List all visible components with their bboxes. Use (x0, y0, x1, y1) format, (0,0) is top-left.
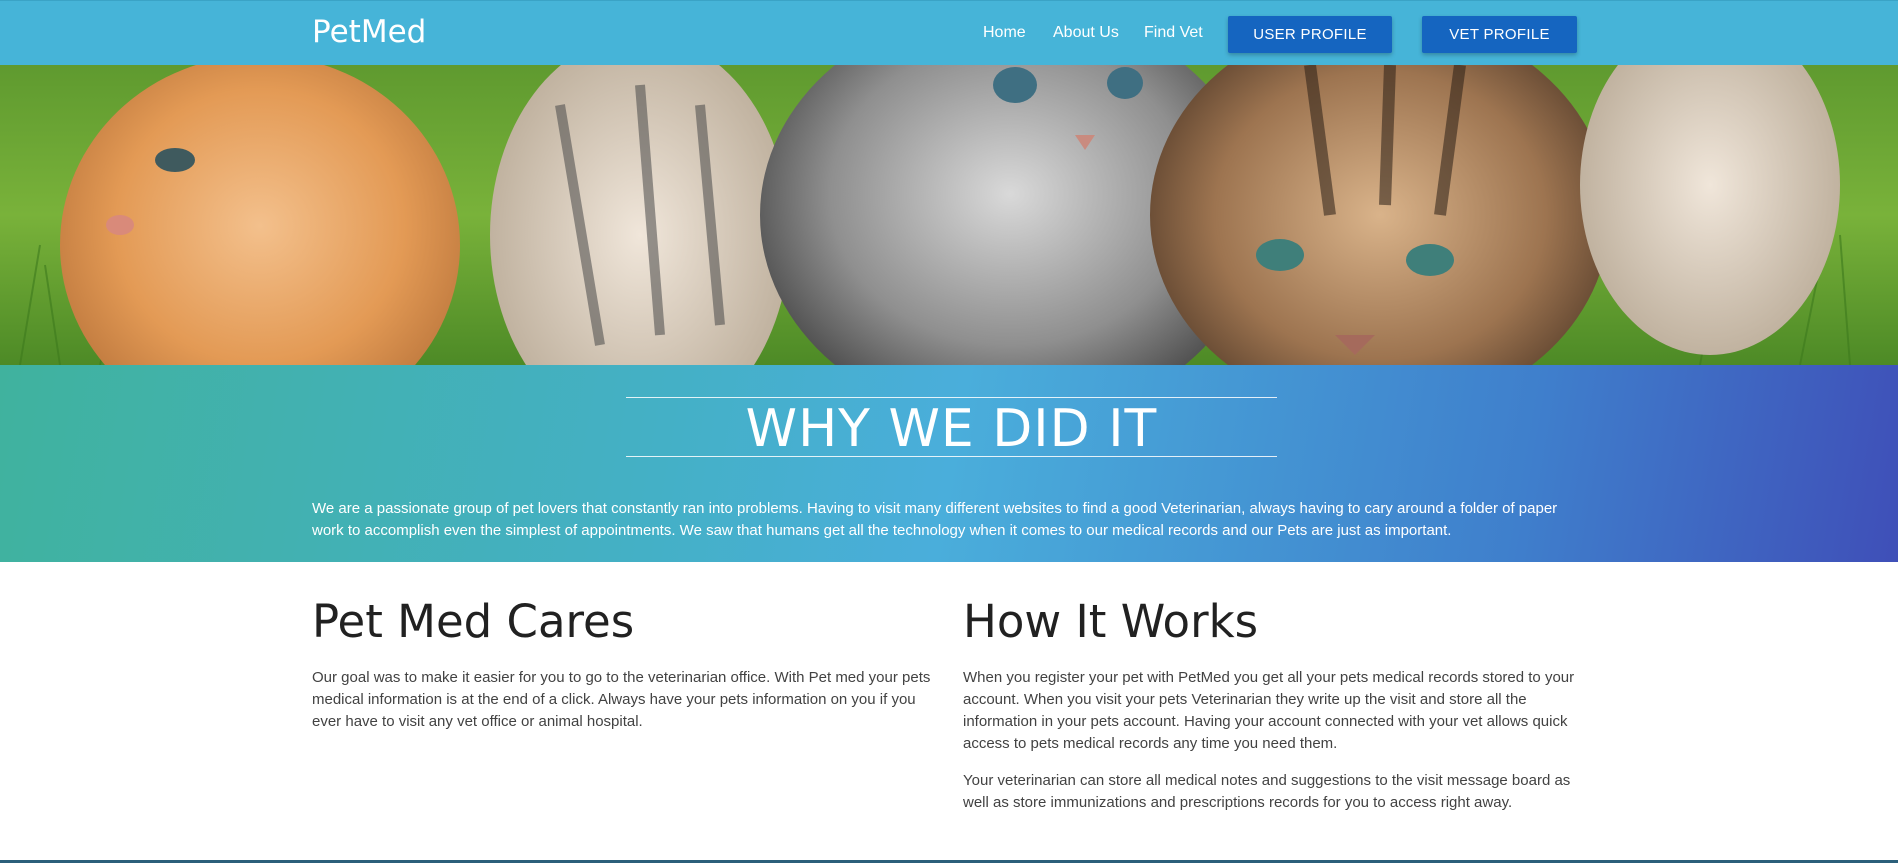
why-description: We are a passionate group of pet lovers … (312, 500, 1558, 539)
how-heading: How It Works (963, 595, 1259, 648)
why-title: WHY WE DID IT (745, 399, 1158, 459)
hero-image-kittens (0, 65, 1898, 365)
how-it-works-section: How It Works When you register your pet … (963, 595, 1585, 829)
nav-home-link[interactable]: Home (983, 24, 1026, 42)
vet-profile-button[interactable]: VET PROFILE (1422, 16, 1577, 53)
how-paragraph-2: Your veterinarian can store all medical … (963, 772, 1571, 811)
nav-about-link[interactable]: About Us (1053, 24, 1119, 42)
how-paragraph-1: When you register your pet with PetMed y… (963, 669, 1575, 752)
why-we-did-it-section: WHY WE DID IT We are a passionate group … (0, 365, 1898, 562)
top-navbar: PetMed Home About Us Find Vet USER PROFI… (0, 0, 1898, 65)
brand-logo[interactable]: PetMed (312, 14, 426, 50)
cares-paragraph: Our goal was to make it easier for you t… (312, 669, 931, 730)
cares-heading: Pet Med Cares (312, 595, 635, 648)
nav-find-vet-link[interactable]: Find Vet (1144, 24, 1203, 42)
title-bottom-divider (626, 456, 1277, 457)
pet-med-cares-section: Pet Med Cares Our goal was to make it ea… (312, 595, 932, 748)
kittens-photo-illustration (0, 65, 1898, 365)
title-top-divider (626, 397, 1277, 398)
user-profile-button[interactable]: USER PROFILE (1228, 16, 1392, 53)
